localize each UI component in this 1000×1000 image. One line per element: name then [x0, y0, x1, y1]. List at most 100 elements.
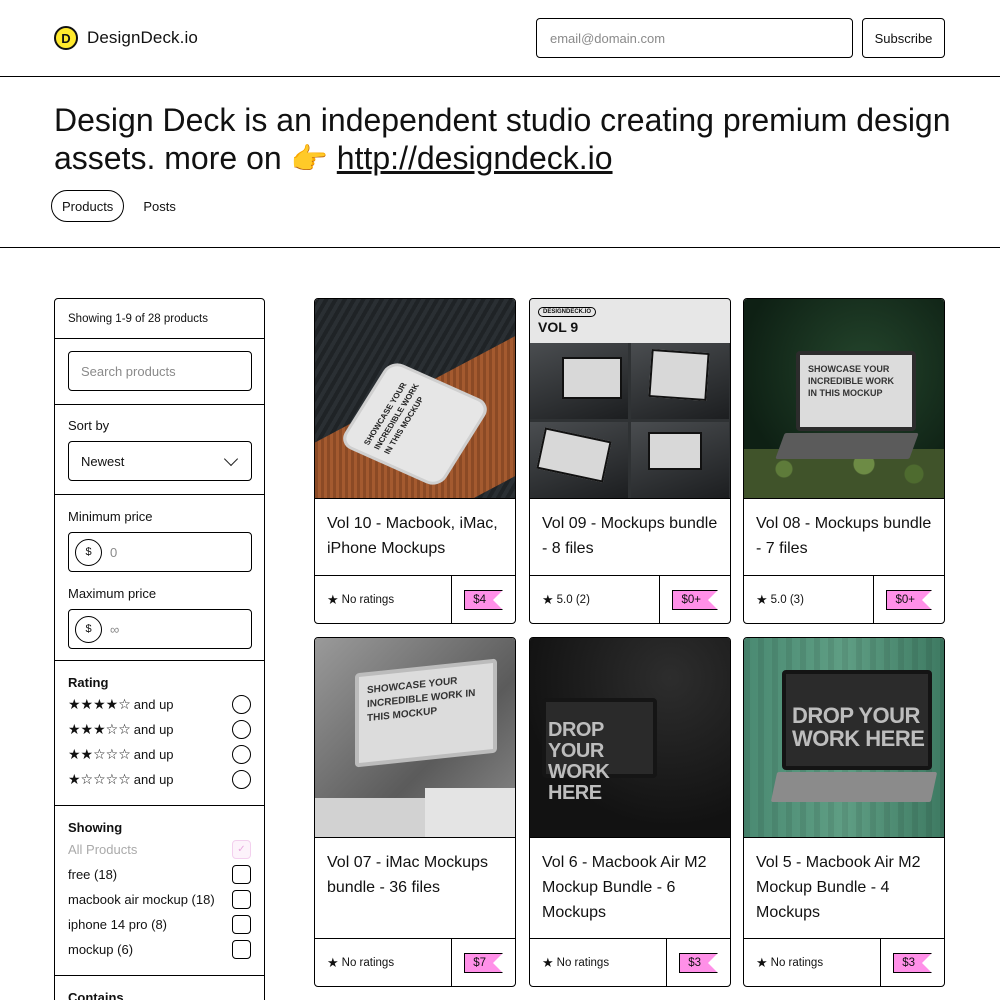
- product-card[interactable]: DESIGNDECK.IO VOL 9 Vol 09 - Mockups bun…: [529, 298, 731, 624]
- product-card[interactable]: SHOWCASE YOUR INCREDIBLE WORK IN THIS MO…: [743, 298, 945, 624]
- price-tag: $7: [464, 952, 503, 973]
- filter-option[interactable]: iphone 14 pro (8): [68, 912, 251, 937]
- product-thumbnail[interactable]: DROP YOUR WORK HERE: [530, 638, 730, 838]
- product-title[interactable]: Vol 08 - Mockups bundle - 7 files: [744, 499, 944, 561]
- rating-radio[interactable]: [232, 695, 251, 714]
- sort-section: Sort by Newest: [55, 405, 264, 495]
- pointing-hand-icon: 👉: [290, 143, 328, 176]
- product-rating: ★ No ratings: [530, 939, 666, 986]
- product-thumbnail[interactable]: SHOWCASE YOUR INCREDIBLE WORK IN THIS MO…: [744, 299, 944, 499]
- rating-option[interactable]: ★☆☆☆☆ and up: [68, 767, 251, 792]
- filter-checkbox[interactable]: [232, 865, 251, 884]
- product-footer: ★ No ratings $7: [315, 938, 515, 986]
- product-card[interactable]: SHOWCASE YOUR INCREDIBLE WORK IN THIS MO…: [314, 637, 516, 987]
- rating-heading: Rating: [68, 675, 109, 690]
- rating-radio[interactable]: [232, 770, 251, 789]
- product-card[interactable]: SHOWCASE YOUR INCREDIBLE WORK IN THIS MO…: [314, 298, 516, 624]
- product-thumbnail[interactable]: SHOWCASE YOUR INCREDIBLE WORK IN THIS MO…: [315, 299, 515, 499]
- laptop-mockup-image: [648, 432, 702, 470]
- price-tag: $4: [464, 589, 503, 610]
- product-title[interactable]: Vol 09 - Mockups bundle - 8 files: [530, 499, 730, 561]
- product-rating: ★ 5.0 (3): [744, 576, 873, 623]
- tab-products[interactable]: Products: [51, 190, 125, 222]
- logo-icon: D: [54, 26, 78, 50]
- laptop-mockup-image: [562, 357, 622, 399]
- star-icon: ★★★★☆: [68, 696, 131, 712]
- max-price-input[interactable]: $ ∞: [68, 609, 252, 649]
- thumbnail-title: VOL 9: [538, 319, 579, 335]
- product-title[interactable]: Vol 07 - iMac Mockups bundle - 36 files: [315, 838, 515, 900]
- thumbnail-decor: [770, 772, 938, 802]
- filter-sidebar: Showing 1-9 of 28 products Sort by Newes…: [54, 298, 265, 1000]
- thumbnail-brand: DESIGNDECK.IO: [538, 307, 597, 317]
- max-price-placeholder: ∞: [110, 621, 120, 637]
- brand[interactable]: D DesignDeck.io: [54, 26, 198, 50]
- site-header: D DesignDeck.io Subscribe: [0, 0, 1000, 77]
- filter-label: mockup (6): [68, 942, 134, 957]
- star-icon: ★: [756, 591, 768, 607]
- hero-description: Design Deck is an independent studio cre…: [54, 101, 954, 179]
- filter-option[interactable]: macbook air mockup (18): [68, 887, 251, 912]
- price-cell: $7: [451, 939, 515, 986]
- filter-checkbox[interactable]: [232, 890, 251, 909]
- showing-section: Showing All Products ✓ free (18) macbook…: [55, 806, 264, 976]
- min-price-placeholder: 0: [110, 544, 118, 560]
- sort-select[interactable]: Newest: [68, 441, 252, 481]
- rating-section: Rating ★★★★☆ and up ★★★☆☆ and up ★★☆☆☆ a…: [55, 661, 264, 806]
- rating-radio[interactable]: [232, 745, 251, 764]
- price-cell: $3: [666, 939, 730, 986]
- filter-checkbox[interactable]: [232, 940, 251, 959]
- filter-option[interactable]: mockup (6): [68, 937, 251, 962]
- rating-suffix: and up: [133, 697, 174, 712]
- product-count: Showing 1-9 of 28 products: [55, 299, 264, 339]
- rating-text: No ratings: [556, 956, 610, 969]
- product-thumbnail[interactable]: DESIGNDECK.IO VOL 9: [530, 299, 730, 499]
- product-title[interactable]: Vol 5 - Macbook Air M2 Mockup Bundle - 4…: [744, 838, 944, 925]
- star-icon: ★★☆☆☆: [68, 746, 131, 762]
- thumbnail-decor: [775, 433, 919, 459]
- search-products-input[interactable]: [68, 351, 252, 391]
- product-footer: ★ No ratings $3: [744, 938, 944, 986]
- rating-option[interactable]: ★★★☆☆ and up: [68, 717, 251, 742]
- price-section: Minimum price $ 0 Maximum price $ ∞: [55, 495, 264, 661]
- tab-posts[interactable]: Posts: [133, 190, 186, 222]
- rating-text: 5.0 (2): [556, 593, 590, 606]
- product-footer: ★ 5.0 (2) $0+: [530, 575, 730, 623]
- filter-label: macbook air mockup (18): [68, 892, 215, 907]
- filter-label: All Products: [68, 842, 138, 857]
- subscribe-button[interactable]: Subscribe: [862, 18, 945, 58]
- price-cell: $0+: [659, 576, 730, 623]
- website-link[interactable]: http://designdeck.io: [337, 140, 613, 176]
- filter-label: free (18): [68, 867, 118, 882]
- brand-name[interactable]: DesignDeck.io: [87, 28, 198, 48]
- chevron-down-icon: [223, 451, 239, 466]
- sort-label: Sort by: [68, 418, 110, 433]
- star-icon: ★: [327, 591, 339, 607]
- email-input[interactable]: [536, 18, 853, 58]
- filter-option[interactable]: free (18): [68, 862, 251, 887]
- rating-text: No ratings: [341, 593, 395, 606]
- price-tag: $0+: [672, 589, 718, 610]
- currency-icon: $: [75, 538, 102, 566]
- star-icon: ★☆☆☆☆: [68, 771, 131, 787]
- product-card[interactable]: DROP YOUR WORK HERE Vol 5 - Macbook Air …: [743, 637, 945, 987]
- rating-option[interactable]: ★★★★☆ and up: [68, 692, 251, 717]
- product-title[interactable]: Vol 6 - Macbook Air M2 Mockup Bundle - 6…: [530, 838, 730, 925]
- product-thumbnail[interactable]: DROP YOUR WORK HERE: [744, 638, 944, 838]
- product-footer: ★ No ratings $4: [315, 575, 515, 623]
- laptop-mockup-image: [648, 349, 710, 401]
- rating-radio[interactable]: [232, 720, 251, 739]
- price-tag: $3: [679, 952, 718, 973]
- product-title[interactable]: Vol 10 - Macbook, iMac, iPhone Mockups: [315, 499, 515, 561]
- rating-text: No ratings: [341, 956, 395, 969]
- rating-option[interactable]: ★★☆☆☆ and up: [68, 742, 251, 767]
- price-tag: $3: [893, 952, 932, 973]
- product-card[interactable]: DROP YOUR WORK HERE Vol 6 - Macbook Air …: [529, 637, 731, 987]
- min-price-input[interactable]: $ 0: [68, 532, 252, 572]
- hero: Design Deck is an independent studio cre…: [0, 77, 1000, 248]
- filter-checkbox[interactable]: [232, 915, 251, 934]
- product-thumbnail[interactable]: SHOWCASE YOUR INCREDIBLE WORK IN THIS MO…: [315, 638, 515, 838]
- star-icon: ★: [542, 591, 554, 607]
- sort-value: Newest: [81, 453, 125, 469]
- rating-suffix: and up: [133, 722, 174, 737]
